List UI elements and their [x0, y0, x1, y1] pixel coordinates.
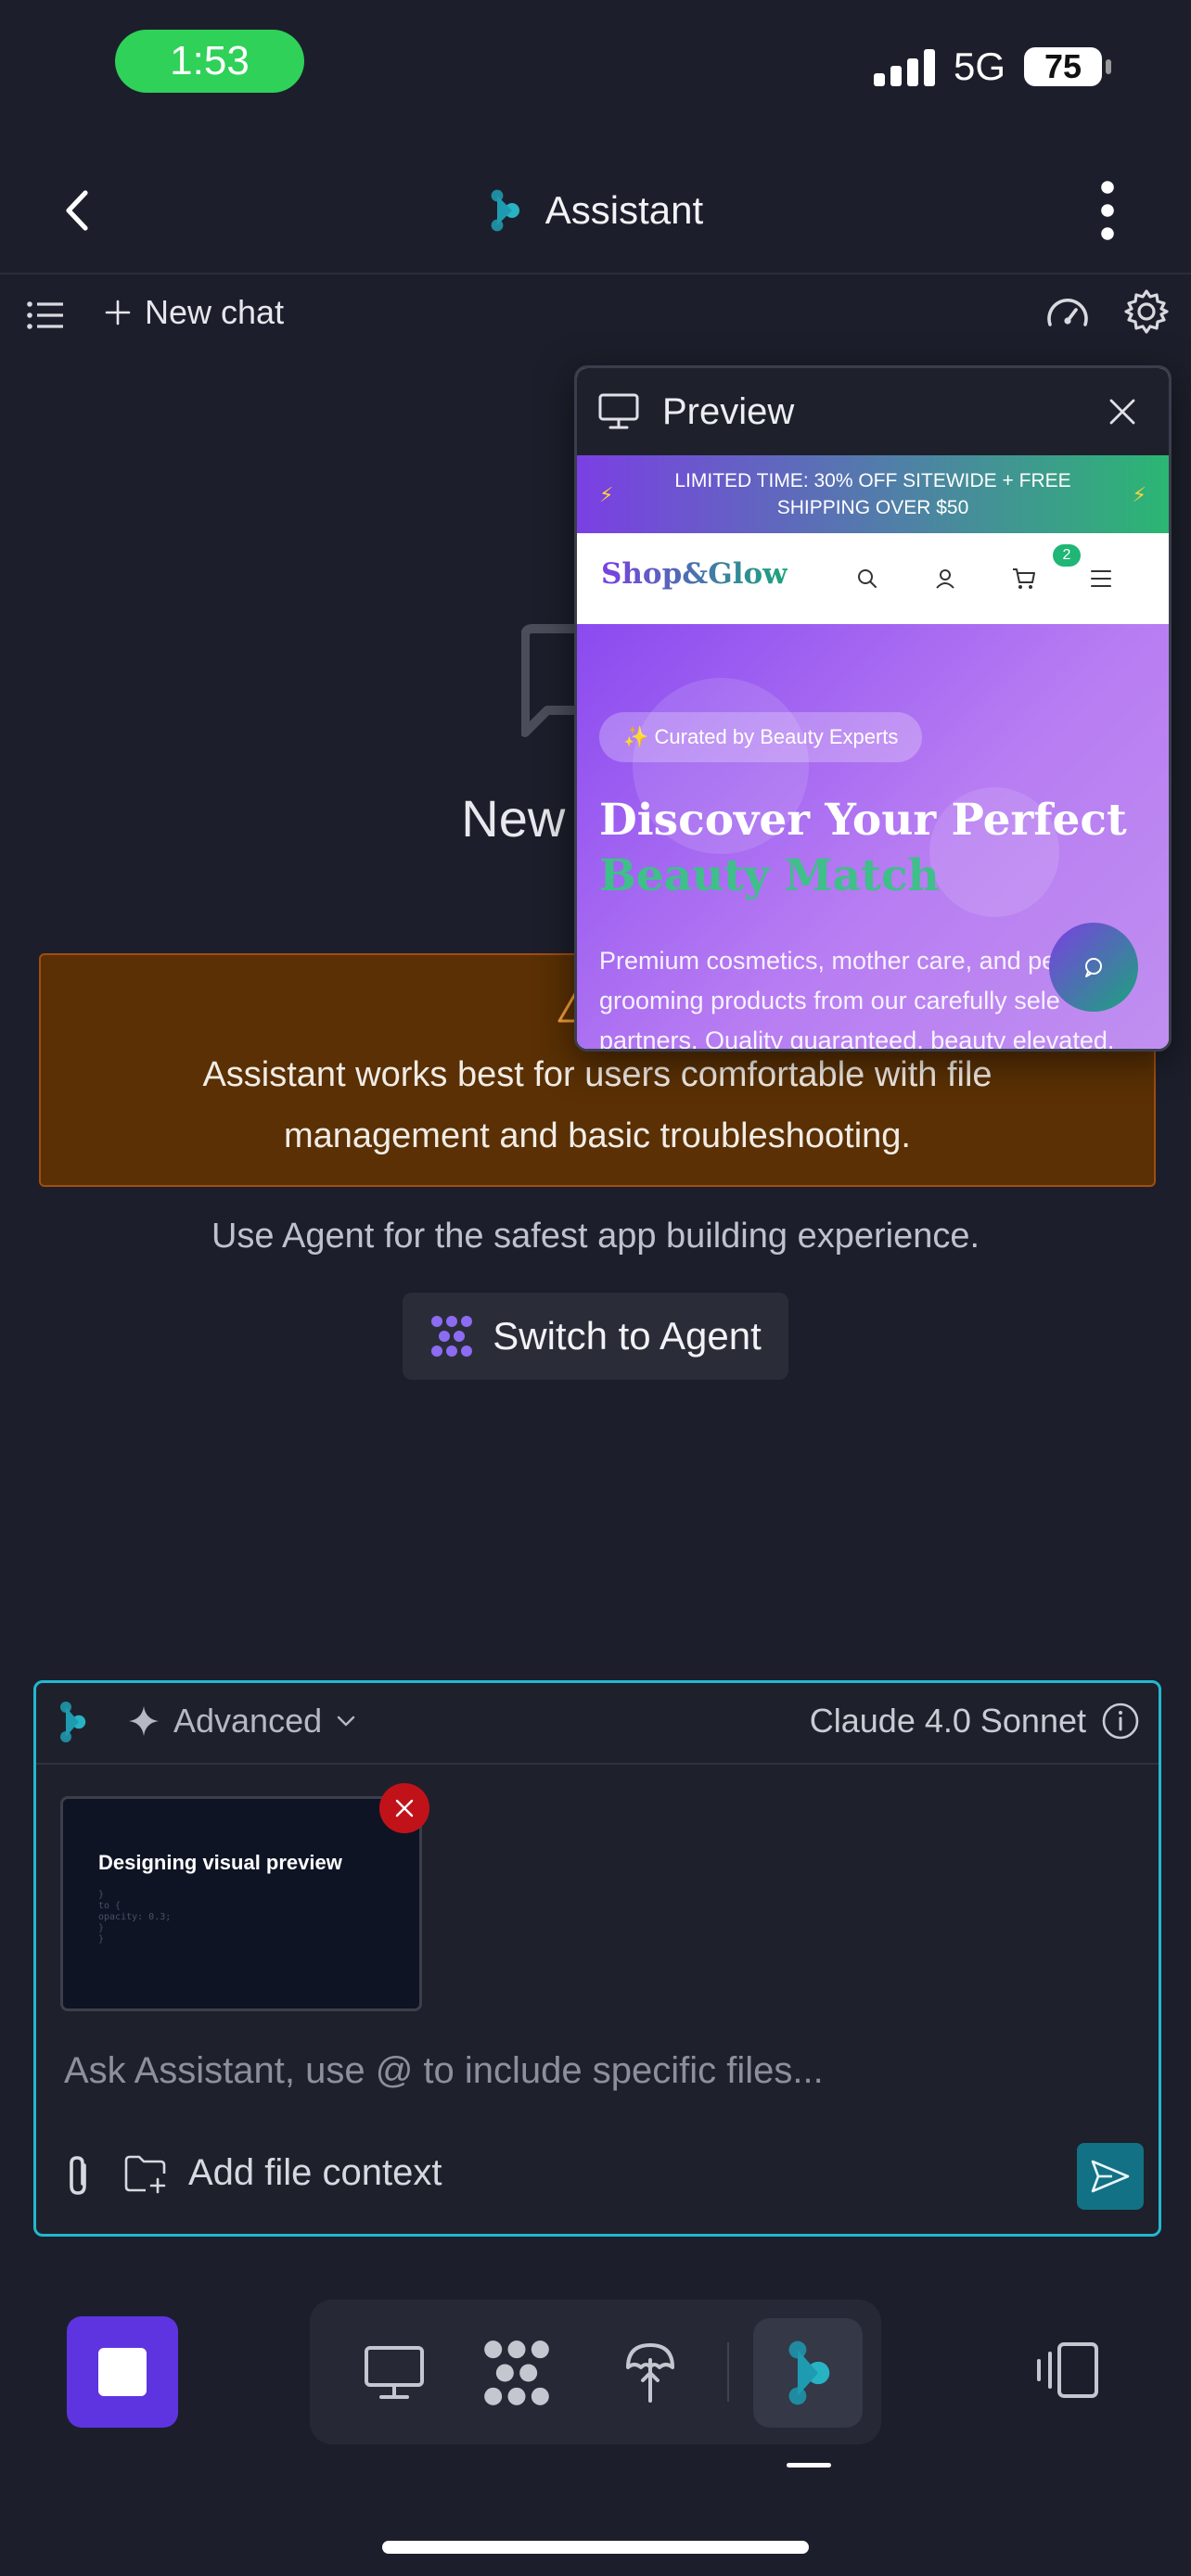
send-icon: [1090, 2158, 1131, 2195]
active-tab-indicator: [787, 2463, 831, 2468]
page-title: Assistant: [544, 188, 704, 232]
chat-toolbar: New chat: [0, 274, 1191, 358]
panels-icon[interactable]: [1033, 2340, 1100, 2400]
header-title-group: Assistant: [0, 148, 1191, 273]
attachment-thumbnail[interactable]: Designing visual preview } to { opacity:…: [60, 1796, 422, 2011]
tab-separator: [727, 2342, 729, 2402]
remove-attachment-button[interactable]: [379, 1783, 429, 1833]
shop-logo[interactable]: Shop&Glow: [601, 557, 788, 591]
send-button[interactable]: [1077, 2143, 1144, 2210]
assistant-logo-icon: [785, 2340, 831, 2406]
close-icon[interactable]: [1108, 397, 1137, 427]
cart-icon[interactable]: [1011, 567, 1037, 591]
mode-label: Advanced: [173, 1702, 323, 1740]
app-header: Assistant: [0, 148, 1191, 274]
monitor-icon: [363, 2344, 426, 2402]
message-input[interactable]: Ask Assistant, use @ to include specific…: [64, 2050, 824, 2092]
attachment-title: Designing visual preview: [98, 1851, 342, 1874]
attachment-code: } to { opacity: 0.3; } }: [98, 1890, 172, 1945]
shop-navbar: Shop&Glow 2: [577, 533, 1169, 624]
chevron-down-icon: [335, 1714, 357, 1728]
add-file-context-label: Add file context: [188, 2152, 442, 2193]
assistant-logo-icon: [488, 188, 525, 233]
status-time: 1:53: [115, 30, 304, 93]
use-agent-text: Use Agent for the safest app building ex…: [211, 1217, 980, 1256]
bolt-icon: ⚡: [1132, 483, 1146, 506]
gauge-icon[interactable]: [1044, 291, 1091, 334]
network-label: 5G: [953, 45, 1005, 88]
preview-header: Preview: [577, 368, 1169, 455]
bottom-tab-group: [310, 2300, 881, 2444]
signal-icon: [873, 47, 935, 86]
chat-fab[interactable]: [1049, 923, 1138, 1012]
tab-agent[interactable]: [462, 2318, 571, 2428]
user-icon[interactable]: [933, 567, 957, 591]
new-chat-label: New chat: [145, 293, 285, 331]
sparkle-icon: [127, 1704, 160, 1738]
preview-panel[interactable]: Preview ⚡ LIMITED TIME: 30% OFF SITEWIDE…: [574, 365, 1172, 1052]
cart-count-badge: 2: [1053, 544, 1081, 567]
agent-icon: [481, 2338, 552, 2408]
agent-icon: [429, 1314, 474, 1358]
promo-banner: ⚡ LIMITED TIME: 30% OFF SITEWIDE + FREE …: [577, 455, 1169, 533]
new-chat-button[interactable]: New chat: [104, 293, 284, 332]
home-indicator: [382, 2541, 809, 2554]
info-icon[interactable]: [1101, 1702, 1140, 1741]
folder-plus-icon: [123, 2153, 168, 2194]
monitor-icon: [597, 392, 640, 431]
tab-deploy[interactable]: [596, 2318, 705, 2428]
bolt-icon: ⚡: [599, 483, 614, 506]
battery-icon: 75: [1024, 47, 1111, 86]
tab-preview[interactable]: [339, 2318, 449, 2428]
hero-section: ✨ Curated by Beauty Experts Discover You…: [577, 624, 1169, 1049]
more-vert-icon[interactable]: [1098, 176, 1117, 245]
menu-icon[interactable]: [1089, 568, 1113, 589]
assistant-logo-icon: [57, 1700, 90, 1744]
model-selector[interactable]: Claude 4.0 Sonnet: [810, 1702, 1140, 1741]
list-icon[interactable]: [26, 297, 65, 334]
model-label: Claude 4.0 Sonnet: [809, 1702, 1086, 1740]
deploy-icon: [622, 2340, 678, 2406]
chat-fab-icon: [1082, 955, 1106, 979]
hero-paragraph: Premium cosmetics, mother care, and pe g…: [599, 947, 1115, 1052]
stop-button[interactable]: [67, 2316, 178, 2428]
close-icon: [394, 1798, 415, 1818]
composer: Advanced Claude 4.0 Sonnet Designing vis…: [33, 1680, 1161, 2237]
paperclip-icon[interactable]: [62, 2154, 94, 2199]
hero-headline-accent: Beauty Match: [599, 850, 940, 901]
plus-icon: [104, 299, 132, 326]
composer-actions: Add file context: [36, 2134, 1159, 2217]
search-icon[interactable]: [855, 567, 879, 591]
add-file-context-button[interactable]: Add file context: [123, 2152, 442, 2194]
mode-selector[interactable]: Advanced: [127, 1702, 357, 1741]
stop-icon: [98, 2348, 147, 2396]
switch-to-agent-button[interactable]: Switch to Agent: [403, 1293, 788, 1380]
curated-chip: ✨ Curated by Beauty Experts: [599, 712, 923, 762]
promo-text: LIMITED TIME: 30% OFF SITEWIDE + FREE SH…: [674, 470, 1071, 518]
status-indicators: 5G 75: [873, 37, 1111, 96]
composer-header: Advanced Claude 4.0 Sonnet: [36, 1683, 1159, 1765]
gear-icon[interactable]: [1122, 287, 1171, 336]
hero-headline: Discover Your Perfect: [599, 795, 1127, 846]
tab-assistant[interactable]: [753, 2318, 863, 2428]
warning-body: Assistant works best for users comfortab…: [202, 1055, 992, 1155]
switch-to-agent-label: Switch to Agent: [493, 1314, 762, 1358]
battery-level: 75: [1044, 47, 1082, 85]
preview-label: Preview: [662, 390, 795, 432]
